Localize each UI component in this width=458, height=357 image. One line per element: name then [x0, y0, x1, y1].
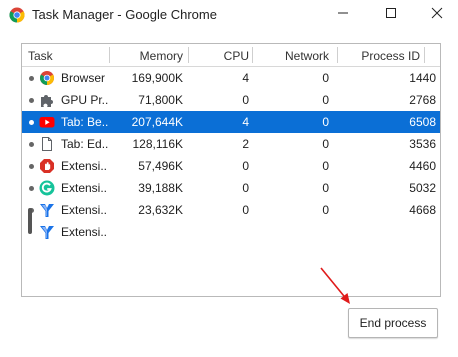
process-id-value: 4460	[409, 159, 436, 173]
close-button[interactable]	[414, 0, 458, 26]
network-value: 0	[322, 115, 329, 129]
cpu-value: 2	[242, 137, 249, 151]
task-name: Tab: Ed...	[61, 137, 108, 151]
memory-value: 71,800K	[138, 93, 183, 107]
memory-value: 23,632K	[138, 203, 183, 217]
column-separator[interactable]	[337, 47, 338, 63]
task-name: Browser	[61, 71, 106, 85]
cpu-value: 0	[242, 93, 249, 107]
chrome-icon	[9, 7, 25, 23]
cpu-value: 4	[242, 115, 249, 129]
task-name: Extensi...	[61, 225, 108, 239]
task-name: Extensi...	[61, 181, 108, 195]
column-separator[interactable]	[424, 47, 425, 63]
blue-y-icon	[40, 204, 54, 217]
process-id-value: 1440	[409, 71, 436, 85]
process-id-value: 5032	[409, 181, 436, 195]
scroll-thumb[interactable]	[28, 208, 32, 234]
maximize-icon	[386, 8, 396, 18]
memory-value: 169,900K	[131, 71, 183, 85]
network-value: 0	[322, 137, 329, 151]
table-row[interactable]: Extensi... 23,632K 0 0 4668	[22, 199, 440, 221]
column-separator[interactable]	[188, 47, 189, 63]
network-value: 0	[322, 159, 329, 173]
table-row[interactable]: Extensi...	[22, 221, 440, 243]
network-value: 0	[322, 203, 329, 217]
task-name: Extensi...	[61, 203, 108, 217]
group-bullet	[29, 142, 34, 147]
cpu-value: 0	[242, 159, 249, 173]
table-row[interactable]: Tab: Be... 207,644K 4 0 6508	[22, 111, 440, 133]
maximize-button[interactable]	[368, 0, 414, 26]
group-bullet	[29, 76, 34, 81]
grammarly-icon	[39, 180, 55, 196]
table-row[interactable]: Browser 169,900K 4 0 1440	[22, 67, 440, 89]
process-id-value: 3536	[409, 137, 436, 151]
table-row[interactable]: GPU Pr... 71,800K 0 0 2768	[22, 89, 440, 111]
process-table: Task Memory CPU Network Process ID Brows…	[21, 43, 441, 297]
task-name: Tab: Be...	[61, 115, 108, 129]
page-icon	[42, 137, 52, 151]
memory-value: 128,116K	[132, 137, 184, 151]
table-row[interactable]: Extensi... 39,188K 0 0 5032	[22, 177, 440, 199]
network-value: 0	[322, 93, 329, 107]
blue-y-icon	[40, 226, 54, 239]
close-icon	[431, 7, 443, 19]
network-value: 0	[322, 181, 329, 195]
stop-sign-icon	[40, 159, 54, 173]
column-separator[interactable]	[252, 47, 253, 63]
column-header-task[interactable]: Task	[28, 49, 53, 63]
memory-value: 207,644K	[131, 115, 183, 129]
task-name: Extensi...	[61, 159, 108, 173]
group-bullet	[29, 164, 34, 169]
table-row[interactable]: Extensi... 57,496K 0 0 4460	[22, 155, 440, 177]
table-row[interactable]: Tab: Ed... 128,116K 2 0 3536	[22, 133, 440, 155]
task-name: GPU Pr...	[61, 93, 108, 107]
network-value: 0	[322, 71, 329, 85]
table-header: Task Memory CPU Network Process ID	[22, 44, 440, 67]
column-header-cpu[interactable]: CPU	[224, 49, 249, 63]
column-header-network[interactable]: Network	[285, 49, 329, 63]
cpu-value: 0	[242, 203, 249, 217]
group-bullet	[29, 120, 34, 125]
group-bullet	[29, 186, 34, 191]
minimize-button[interactable]	[320, 0, 366, 26]
puzzle-icon	[41, 95, 53, 107]
cpu-value: 4	[242, 71, 249, 85]
title-bar: Task Manager - Google Chrome	[0, 0, 458, 30]
memory-value: 39,188K	[138, 181, 183, 195]
cpu-value: 0	[242, 181, 249, 195]
end-process-button[interactable]: End process	[348, 308, 438, 338]
annotation-arrow-icon	[320, 267, 350, 304]
memory-value: 57,496K	[138, 159, 183, 173]
chrome-icon	[40, 71, 54, 85]
group-bullet	[29, 98, 34, 103]
youtube-icon	[39, 117, 55, 128]
minimize-icon	[338, 12, 348, 14]
window-title: Task Manager - Google Chrome	[32, 7, 217, 22]
column-header-process-id[interactable]: Process ID	[361, 49, 420, 63]
column-separator[interactable]	[109, 47, 110, 63]
process-id-value: 6508	[409, 115, 436, 129]
process-id-value: 4668	[409, 203, 436, 217]
process-id-value: 2768	[409, 93, 436, 107]
column-header-memory[interactable]: Memory	[140, 49, 183, 63]
